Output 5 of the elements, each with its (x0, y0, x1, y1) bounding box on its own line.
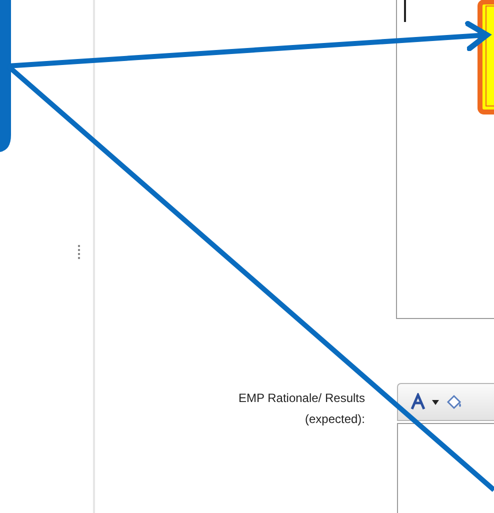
text-cursor (404, 0, 406, 22)
drag-handle-icon[interactable] (77, 244, 81, 260)
font-color-icon[interactable] (410, 393, 426, 411)
caret-icon[interactable] (432, 400, 439, 404)
field-label: EMP Rationale/ Results (expected): (237, 390, 365, 428)
